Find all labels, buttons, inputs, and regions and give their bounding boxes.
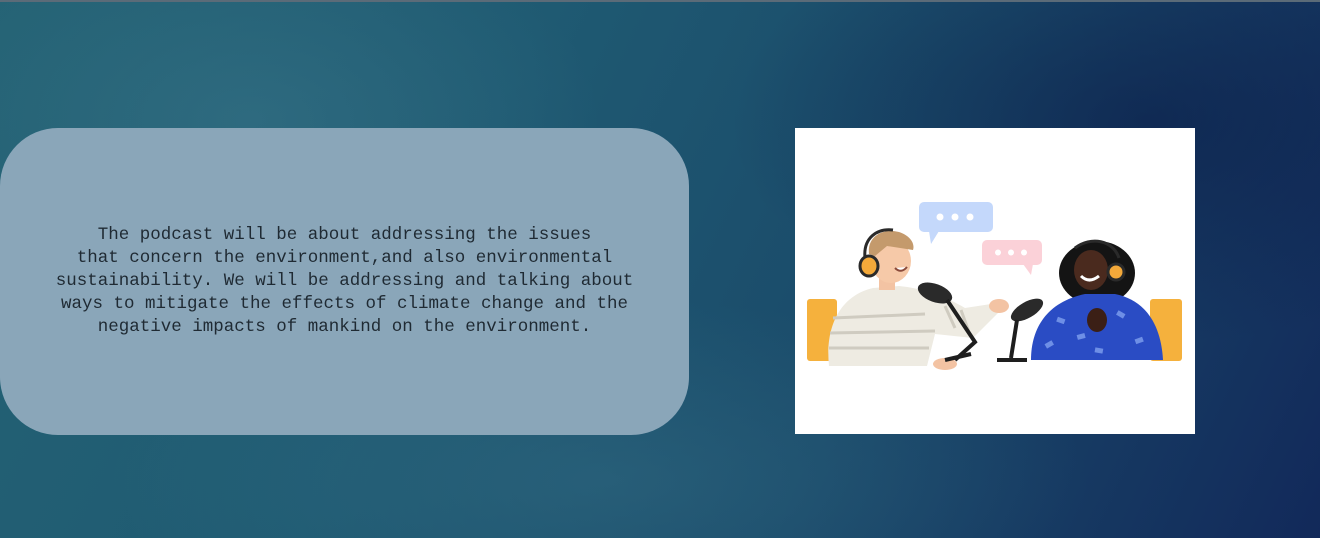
description-card: The podcast will be about addressing the…	[0, 128, 689, 435]
description-text: The podcast will be about addressing the…	[55, 225, 634, 337]
podcast-illustration	[795, 128, 1195, 434]
headphones-icon	[858, 254, 880, 278]
window-top-edge	[0, 0, 1320, 2]
speech-bubble-pink-icon	[982, 240, 1042, 275]
podcast-illustration-icon	[807, 202, 1182, 370]
man-podcaster-icon	[828, 228, 1009, 370]
speech-bubble-blue-icon	[919, 202, 993, 244]
headphones-woman-icon	[1106, 262, 1126, 282]
woman-podcaster-icon	[1031, 239, 1163, 360]
